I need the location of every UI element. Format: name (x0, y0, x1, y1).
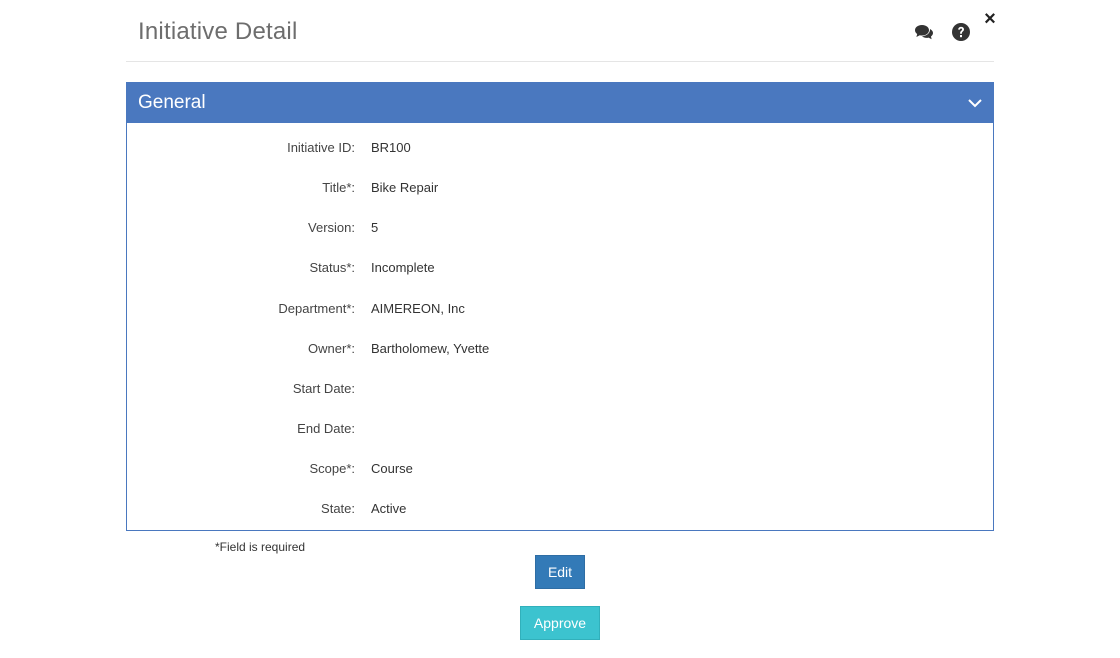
panel-title: General (138, 92, 206, 113)
field-label: Title*: (322, 180, 355, 195)
field-row-state: State: Active (127, 501, 993, 521)
field-label: Start Date: (292, 381, 355, 396)
approve-button[interactable]: Approve (520, 606, 600, 640)
field-label: Scope*: (309, 461, 355, 476)
field-label: End Date: (297, 421, 355, 436)
field-label: Initiative ID: (287, 140, 355, 155)
general-panel: General Initiative ID: BR100 Title*: Bik… (126, 82, 994, 531)
field-label: Version: (308, 220, 355, 235)
field-label: State: (321, 501, 355, 516)
required-field-note: *Field is required (215, 540, 306, 554)
field-value: Incomplete (371, 260, 435, 275)
field-row-version: Version: 5 (127, 220, 993, 240)
comments-icon[interactable] (914, 22, 934, 42)
field-row-initiative-id: Initiative ID: BR100 (127, 140, 993, 160)
field-row-title: Title*: Bike Repair (127, 180, 993, 200)
page-title: Initiative Detail (138, 18, 298, 45)
field-row-owner: Owner*: Bartholomew, Yvette (127, 341, 993, 361)
close-icon[interactable]: × (982, 9, 998, 29)
field-row-status: Status*: Incomplete (127, 260, 993, 280)
field-label: Status*: (309, 260, 355, 275)
field-row-scope: Scope*: Course (127, 461, 993, 481)
field-row-end-date: End Date: (127, 421, 993, 441)
edit-button[interactable]: Edit (535, 555, 585, 589)
field-value: Bartholomew, Yvette (371, 341, 490, 356)
field-label: Owner*: (308, 341, 355, 356)
chevron-down-icon[interactable] (967, 95, 983, 111)
field-value: AIMEREON, Inc (371, 301, 465, 316)
field-value: BR100 (371, 140, 411, 155)
field-row-start-date: Start Date: (127, 381, 993, 401)
field-value: Active (371, 501, 407, 516)
field-row-department: Department*: AIMEREON, Inc (127, 301, 993, 321)
panel-heading[interactable]: General (127, 83, 993, 123)
help-icon[interactable] (951, 22, 971, 42)
field-value: Course (371, 461, 413, 476)
field-label: Department*: (278, 301, 355, 316)
field-value: 5 (371, 220, 379, 235)
initiative-detail-modal: Initiative Detail × General Initiative I… (0, 0, 1120, 658)
field-value: Bike Repair (371, 180, 439, 195)
modal-header: Initiative Detail × (126, 0, 996, 62)
